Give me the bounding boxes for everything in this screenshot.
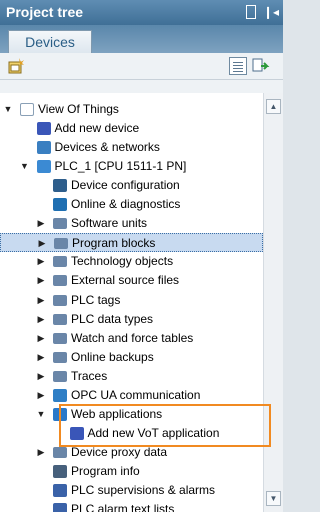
tree-item[interactable]: PLC alarm text lists: [0, 500, 263, 512]
expand-arrow-icon[interactable]: ▶: [36, 329, 46, 348]
tree-item[interactable]: Online & diagnostics: [0, 195, 263, 214]
tab-strip: Devices: [0, 25, 283, 54]
tree-item[interactable]: Add new device: [0, 119, 263, 138]
toolbar-gap: [0, 80, 283, 93]
folder-icon: [53, 332, 67, 344]
expand-arrow-icon[interactable]: ▶: [36, 291, 46, 310]
scroll-up-icon[interactable]: ▲: [266, 99, 281, 114]
expand-arrow-icon[interactable]: ▶: [36, 443, 46, 462]
tree-item[interactable]: ▶ Program blocks: [0, 233, 263, 253]
tree-item-label: Online backups: [71, 349, 154, 364]
pin-icon[interactable]: [246, 5, 256, 19]
alarms-icon: [53, 484, 67, 497]
project-icon: [20, 103, 34, 116]
tree-item-label: Software units: [71, 216, 148, 231]
diagnostics-icon: [53, 198, 67, 212]
expand-arrow-icon[interactable]: ▶: [36, 367, 46, 386]
folder-icon: [53, 351, 67, 363]
add-device-icon: [36, 122, 51, 136]
tree-item[interactable]: ▶ OPC UA communication: [0, 386, 263, 405]
folder-icon: [53, 256, 67, 268]
program-info-icon: [53, 464, 67, 478]
highlight-box: [59, 404, 271, 447]
tree-item-label: PLC data types: [71, 311, 154, 326]
plc-icon: [36, 160, 51, 174]
expand-arrow-icon[interactable]: ▶: [37, 234, 47, 253]
tree-item-label: PLC_1 [CPU 1511-1 PN]: [54, 159, 187, 174]
tree-item-label: Devices & networks: [54, 140, 160, 155]
folder-icon: [53, 313, 67, 325]
tree-item-label: Program info: [71, 463, 140, 478]
tree-item[interactable]: ▶ Traces: [0, 367, 263, 386]
tree-item-label: Technology objects: [71, 254, 174, 269]
add-device-icon[interactable]: [7, 57, 25, 75]
opc-ua-icon: [53, 388, 67, 402]
folder-icon: [53, 218, 67, 230]
tree-item-label: PLC tags: [71, 292, 121, 307]
folder-icon: [54, 238, 68, 250]
expand-arrow-icon[interactable]: ▶: [36, 386, 46, 405]
folder-icon: [53, 370, 67, 382]
collapse-arrow-icon[interactable]: ▼: [20, 157, 30, 176]
tree-item-label: Program blocks: [72, 236, 156, 251]
tree-item[interactable]: ▶ Watch and force tables: [0, 329, 263, 348]
tree-item[interactable]: ▶ PLC data types: [0, 310, 263, 329]
tree-item-label: PLC supervisions & alarms: [71, 483, 216, 497]
tree-item[interactable]: ▼ View Of Things: [0, 100, 263, 119]
expand-arrow-icon[interactable]: ▶: [36, 252, 46, 271]
alarm-text-icon: [53, 503, 67, 512]
tree-item[interactable]: Device configuration: [0, 176, 263, 195]
network-icon: [36, 141, 51, 155]
vertical-scrollbar[interactable]: ▲ ▼: [263, 93, 283, 512]
collapse-arrow-icon[interactable]: ▼: [3, 100, 13, 119]
expand-arrow-icon[interactable]: ▶: [36, 310, 46, 329]
tree-item-label: Online & diagnostics: [71, 197, 181, 212]
folder-icon: [53, 294, 67, 306]
tree-item[interactable]: ▶ Online backups: [0, 348, 263, 367]
tree-item[interactable]: Devices & networks: [0, 138, 263, 157]
expand-arrow-icon[interactable]: ▶: [36, 214, 46, 233]
sync-icon[interactable]: [252, 57, 270, 75]
tree-item-label: Watch and force tables: [71, 330, 194, 345]
tree-item[interactable]: Program info: [0, 462, 263, 481]
tree-item[interactable]: ▶ PLC tags: [0, 291, 263, 310]
view-overview-icon[interactable]: [229, 57, 247, 75]
tree-item[interactable]: PLC supervisions & alarms: [0, 481, 263, 500]
tree-item-label: PLC alarm text lists: [71, 502, 175, 512]
expand-arrow-icon[interactable]: ▶: [36, 348, 46, 367]
panel-title: Project tree: [6, 4, 84, 20]
collapse-arrow-icon[interactable]: ▼: [36, 405, 46, 424]
panel-titlebar: Project tree ❙◂: [0, 0, 283, 25]
tree-item-label: Traces: [71, 368, 108, 383]
expand-arrow-icon[interactable]: ▶: [36, 271, 46, 290]
folder-icon: [53, 446, 67, 458]
tree-item-label: OPC UA communication: [71, 387, 201, 402]
device-config-icon: [53, 179, 67, 193]
tree-item[interactable]: ▶ Software units: [0, 214, 263, 233]
tree-item[interactable]: ▶ Technology objects: [0, 252, 263, 271]
tree-item-label: Add new device: [54, 121, 140, 136]
scroll-down-icon[interactable]: ▼: [266, 491, 281, 506]
project-tree: ▼ View Of Things Add new device Devices & n…: [0, 93, 263, 512]
tab-devices[interactable]: Devices: [8, 30, 92, 54]
tree-item[interactable]: ▼ PLC_1 [CPU 1511-1 PN]: [0, 157, 263, 176]
tree-item-label: Device configuration: [71, 178, 180, 193]
tree-item[interactable]: ▶ External source files: [0, 271, 263, 290]
tree-item-label: External source files: [71, 273, 180, 288]
project-tree-toolbar: [0, 53, 283, 80]
tree-item-label: View Of Things: [38, 102, 119, 116]
collapse-icon[interactable]: ❙◂: [263, 4, 279, 20]
folder-icon: [53, 275, 67, 287]
